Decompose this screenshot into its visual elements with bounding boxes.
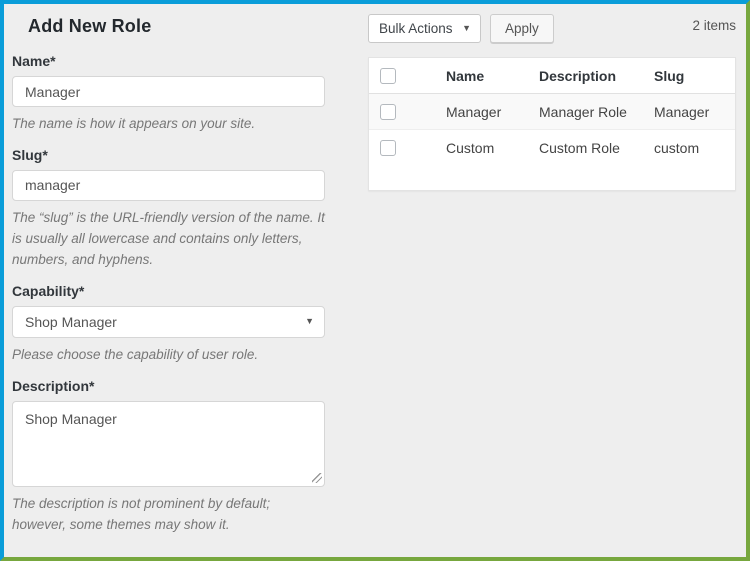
table-row: Custom Custom Role custom xyxy=(369,130,735,166)
role-slug: custom xyxy=(654,140,700,156)
description-label: Description* xyxy=(12,377,95,394)
capability-select[interactable]: Shop Manager ▼ xyxy=(12,305,325,338)
capability-selected-value: Shop Manager xyxy=(25,313,117,330)
capability-help: Please choose the capability of user rol… xyxy=(12,346,259,362)
select-all-checkbox[interactable] xyxy=(380,67,396,84)
chevron-down-icon: ▼ xyxy=(305,316,314,327)
row-select-cell xyxy=(369,140,439,156)
description-textarea[interactable]: Shop Manager xyxy=(12,400,325,487)
role-slug: Manager xyxy=(654,103,710,120)
add-new-role-page: Add New Role Name* The name is how it ap… xyxy=(0,0,750,561)
slug-help: The “slug” is the URL-friendly version o… xyxy=(12,209,325,267)
items-count: 2 items xyxy=(692,18,736,33)
role-description: Manager Role xyxy=(539,103,627,120)
slug-label: Slug* xyxy=(12,146,48,163)
column-header-slug: Slug xyxy=(654,67,685,84)
add-role-form: Add New Role Name* The name is how it ap… xyxy=(12,10,325,557)
roles-list-panel: Bulk Actions ▼ Apply 2 items Name Descri… xyxy=(368,14,736,191)
role-name: Manager xyxy=(446,103,502,120)
name-help: The name is how it appears on your site. xyxy=(12,116,256,131)
roles-table: Name Description Slug Manager Manager Ro… xyxy=(368,57,736,191)
select-all-cell xyxy=(369,67,439,84)
capability-label: Capability* xyxy=(12,282,85,299)
column-header-description: Description xyxy=(539,67,617,84)
table-row: Manager Manager Role Manager xyxy=(369,94,735,130)
chevron-down-icon: ▼ xyxy=(462,23,471,33)
slug-input[interactable] xyxy=(12,169,325,201)
description-help: The description is not prominent by defa… xyxy=(12,495,271,532)
row-select-cell xyxy=(369,103,439,120)
page-title: Add New Role xyxy=(28,16,152,36)
role-description: Custom Role xyxy=(539,140,620,156)
resize-handle-icon[interactable] xyxy=(312,472,322,483)
role-name: Custom xyxy=(446,140,495,156)
bulk-actions-select[interactable]: Bulk Actions ▼ xyxy=(368,14,481,43)
list-toolbar: Bulk Actions ▼ Apply 2 items xyxy=(368,14,736,43)
bulk-actions-selected-value: Bulk Actions xyxy=(379,21,453,36)
table-header-row: Name Description Slug xyxy=(369,58,735,94)
name-label: Name* xyxy=(12,53,56,69)
row-checkbox[interactable] xyxy=(380,140,396,156)
description-field-wrap: Shop Manager xyxy=(12,400,325,487)
row-checkbox[interactable] xyxy=(380,103,396,120)
apply-button[interactable]: Apply xyxy=(490,14,554,43)
column-header-name: Name xyxy=(446,67,485,84)
name-input[interactable] xyxy=(12,76,325,107)
